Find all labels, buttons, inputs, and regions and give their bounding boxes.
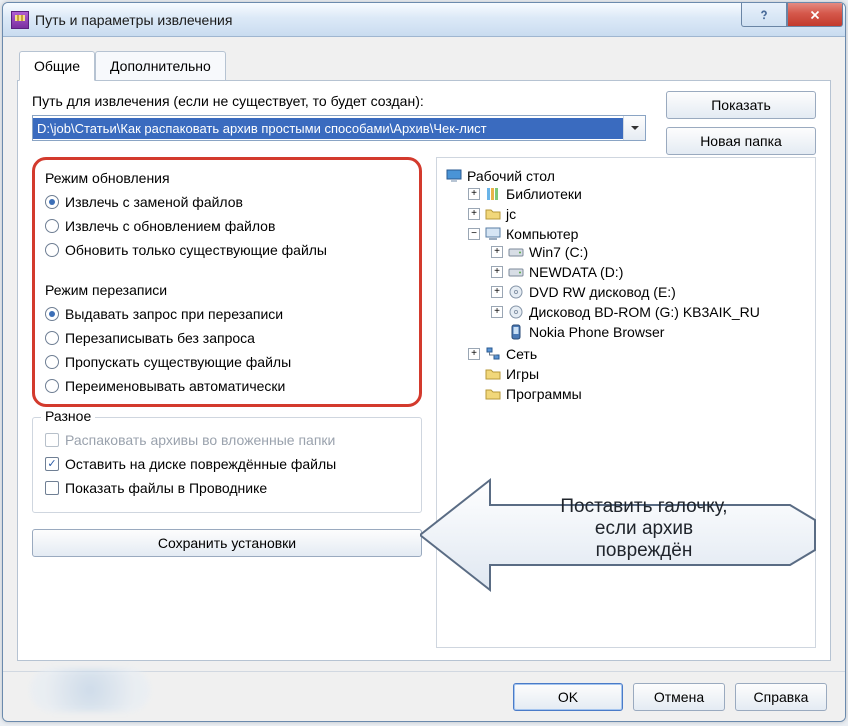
misc-subfolders-option: Распаковать архивы во вложенные папки bbox=[45, 428, 409, 452]
highlight-frame: Режим обновления Извлечь с заменой файло… bbox=[32, 157, 422, 407]
tab-advanced[interactable]: Дополнительно bbox=[95, 51, 226, 81]
close-window-button[interactable] bbox=[787, 3, 843, 27]
drive-icon bbox=[507, 244, 525, 260]
path-combobox[interactable]: D:\job\Статьи\Как распаковать архив прос… bbox=[32, 115, 646, 141]
extraction-dialog: Путь и параметры извлечения Общие Дополн… bbox=[2, 2, 846, 722]
update-mode-group: Режим обновления Извлечь с заменой файло… bbox=[41, 166, 413, 272]
tree-bd[interactable]: +Дисковод BD-ROM (G:) KB3AIK_RU bbox=[491, 304, 807, 320]
tree-dvd[interactable]: +DVD RW дисковод (E:) bbox=[491, 284, 807, 300]
update-mode-legend: Режим обновления bbox=[45, 170, 409, 186]
disc-icon bbox=[507, 304, 525, 320]
network-icon bbox=[484, 346, 502, 362]
ok-button[interactable]: OK bbox=[513, 683, 623, 711]
misc-keep-broken-option[interactable]: Оставить на диске повреждённые файлы bbox=[45, 452, 409, 476]
tree-desktop[interactable]: Рабочий стол bbox=[445, 168, 807, 184]
overwrite-mode-legend: Режим перезаписи bbox=[45, 282, 413, 298]
expand-icon[interactable]: + bbox=[468, 208, 480, 220]
help-window-button[interactable] bbox=[741, 3, 787, 27]
drive-icon bbox=[507, 264, 525, 280]
expand-icon[interactable]: + bbox=[491, 246, 503, 258]
show-button[interactable]: Показать bbox=[666, 91, 816, 119]
folder-icon bbox=[484, 386, 502, 402]
folder-icon bbox=[484, 366, 502, 382]
annotation-callout: Поставить галочку, если архив повреждён bbox=[420, 470, 820, 600]
window-title: Путь и параметры извлечения bbox=[35, 12, 741, 28]
tree-win7[interactable]: +Win7 (C:) bbox=[491, 244, 807, 260]
radio-icon bbox=[45, 195, 59, 209]
tree-network[interactable]: +Сеть bbox=[468, 346, 807, 362]
cancel-button[interactable]: Отмена bbox=[633, 683, 725, 711]
radio-icon bbox=[45, 219, 59, 233]
radio-icon bbox=[45, 331, 59, 345]
disc-icon bbox=[507, 284, 525, 300]
desktop-icon bbox=[445, 168, 463, 184]
question-icon bbox=[757, 8, 771, 22]
overwrite-noask-option[interactable]: Перезаписывать без запроса bbox=[41, 326, 413, 350]
expand-icon[interactable]: + bbox=[468, 348, 480, 360]
left-column: Режим обновления Извлечь с заменой файло… bbox=[32, 157, 422, 648]
titlebar: Путь и параметры извлечения bbox=[3, 3, 845, 37]
checkbox-icon bbox=[45, 433, 59, 447]
window-buttons bbox=[741, 3, 845, 36]
overwrite-skip-option[interactable]: Пропускать существующие файлы bbox=[41, 350, 413, 374]
checkbox-icon bbox=[45, 457, 59, 471]
dialog-content: Общие Дополнительно Показать Новая папка… bbox=[3, 37, 845, 671]
misc-legend: Разное bbox=[41, 408, 95, 424]
radio-icon bbox=[45, 243, 59, 257]
tree-libraries[interactable]: +Библиотеки bbox=[468, 186, 807, 202]
misc-show-explorer-option[interactable]: Показать файлы в Проводнике bbox=[45, 476, 409, 500]
radio-icon bbox=[45, 355, 59, 369]
expand-icon[interactable]: + bbox=[491, 286, 503, 298]
radio-icon bbox=[45, 307, 59, 321]
expand-icon[interactable]: + bbox=[491, 266, 503, 278]
expand-icon[interactable]: + bbox=[491, 306, 503, 318]
overwrite-rename-option[interactable]: Переименовывать автоматически bbox=[41, 374, 413, 398]
tab-general[interactable]: Общие bbox=[19, 51, 95, 81]
new-folder-button[interactable]: Новая папка bbox=[666, 127, 816, 155]
tree-nokia[interactable]: Nokia Phone Browser bbox=[491, 324, 807, 340]
computer-icon bbox=[484, 226, 502, 242]
update-newer-option[interactable]: Извлечь с обновлением файлов bbox=[45, 214, 409, 238]
libraries-icon bbox=[484, 186, 502, 202]
tree-games[interactable]: Игры bbox=[468, 366, 807, 382]
tree-computer[interactable]: −Компьютер bbox=[468, 226, 807, 242]
checkbox-icon bbox=[45, 481, 59, 495]
path-label: Путь для извлечения (если не существует,… bbox=[32, 93, 646, 109]
radio-icon bbox=[45, 379, 59, 393]
path-dropdown-button[interactable] bbox=[623, 116, 645, 140]
app-icon bbox=[11, 11, 29, 29]
tabs: Общие Дополнительно bbox=[17, 51, 831, 81]
update-existing-option[interactable]: Обновить только существующие файлы bbox=[45, 238, 409, 262]
tree-newdata[interactable]: +NEWDATA (D:) bbox=[491, 264, 807, 280]
update-replace-option[interactable]: Извлечь с заменой файлов bbox=[45, 190, 409, 214]
chevron-down-icon bbox=[630, 123, 640, 133]
dialog-buttons: OK Отмена Справка bbox=[3, 671, 845, 721]
tab-panel-general: Показать Новая папка Путь для извлечения… bbox=[17, 80, 831, 661]
misc-group: Разное Распаковать архивы во вложенные п… bbox=[32, 417, 422, 513]
help-button[interactable]: Справка bbox=[735, 683, 827, 711]
expand-icon[interactable]: + bbox=[468, 188, 480, 200]
collapse-icon[interactable]: − bbox=[468, 228, 480, 240]
path-value: D:\job\Статьи\Как распаковать архив прос… bbox=[33, 118, 623, 139]
phone-icon bbox=[507, 324, 525, 340]
overwrite-ask-option[interactable]: Выдавать запрос при перезаписи bbox=[41, 302, 413, 326]
close-icon bbox=[808, 8, 822, 22]
tree-jc[interactable]: +jc bbox=[468, 206, 807, 222]
save-settings-button[interactable]: Сохранить установки bbox=[32, 529, 422, 557]
user-folder-icon bbox=[484, 206, 502, 222]
tree-programs[interactable]: Программы bbox=[468, 386, 807, 402]
watermark bbox=[30, 668, 150, 712]
